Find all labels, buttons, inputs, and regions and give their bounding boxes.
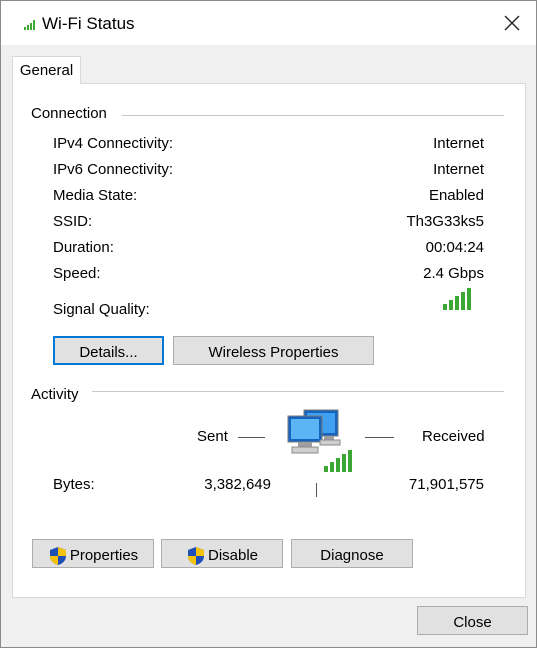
ipv6-label: IPv6 Connectivity: xyxy=(53,161,174,178)
bytes-sent-value: 3,382,649 xyxy=(204,476,271,493)
bytes-label: Bytes: xyxy=(53,476,95,493)
diagnose-button[interactable]: Diagnose xyxy=(291,539,413,568)
wifi-signal-icon xyxy=(24,20,35,30)
tab-general[interactable]: General xyxy=(12,56,81,84)
activity-heading: Activity xyxy=(31,386,79,403)
ipv4-label: IPv4 Connectivity: xyxy=(53,135,174,152)
sent-label: Sent xyxy=(197,428,228,445)
activity-divider xyxy=(92,391,504,392)
uac-shield-icon xyxy=(186,546,206,566)
properties-button-label: Properties xyxy=(69,547,139,564)
sent-line xyxy=(238,437,265,438)
ssid-value: Th3G33ks5 xyxy=(406,213,484,230)
disable-button-label: Disable xyxy=(207,547,259,564)
close-button[interactable]: Close xyxy=(417,606,528,635)
duration-value: 00:04:24 xyxy=(425,239,484,256)
wifi-status-dialog: Wi-Fi Status General Connection IPv4 Con… xyxy=(0,0,537,648)
properties-button[interactable]: Properties xyxy=(32,539,154,568)
network-computers-icon xyxy=(287,409,352,472)
uac-shield-icon xyxy=(48,546,68,566)
speed-value: 2.4 Gbps xyxy=(423,265,484,282)
ipv6-value: Internet xyxy=(433,161,484,178)
media-state-value: Enabled xyxy=(428,187,484,204)
received-label: Received xyxy=(422,428,485,445)
received-line xyxy=(365,437,394,438)
window-title: Wi-Fi Status xyxy=(42,14,135,33)
duration-label: Duration: xyxy=(53,239,114,256)
signal-quality-icon xyxy=(443,288,471,310)
signal-quality-label: Signal Quality: xyxy=(53,301,150,318)
media-state-label: Media State: xyxy=(53,187,138,204)
speed-label: Speed: xyxy=(53,265,101,282)
ipv4-value: Internet xyxy=(433,135,484,152)
connection-heading: Connection xyxy=(31,105,107,122)
bytes-separator xyxy=(316,483,317,497)
connection-divider xyxy=(122,115,504,116)
wireless-properties-button[interactable]: Wireless Properties xyxy=(173,336,374,365)
bytes-received-value: 71,901,575 xyxy=(408,476,484,493)
title-bar: Wi-Fi Status xyxy=(1,1,536,45)
ssid-label: SSID: xyxy=(53,213,93,230)
details-button[interactable]: Details... xyxy=(53,336,164,365)
close-icon[interactable] xyxy=(501,12,523,34)
disable-button[interactable]: Disable xyxy=(161,539,283,568)
